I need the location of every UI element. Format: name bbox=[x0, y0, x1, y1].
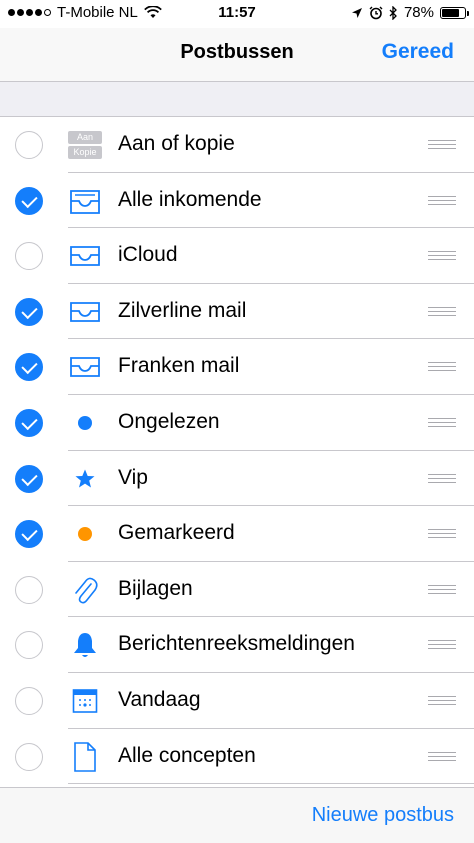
mailbox-label: Berichtenreeksmeldingen bbox=[118, 632, 355, 656]
mailbox-row[interactable]: Aan Kopie Aan of kopie bbox=[0, 117, 474, 173]
mailbox-row[interactable]: Berichtenreeksmeldingen bbox=[0, 617, 474, 673]
mailbox-label: Vip bbox=[118, 465, 148, 489]
checkmark-empty-icon[interactable] bbox=[15, 242, 43, 271]
aan-kopie-icon: Aan Kopie bbox=[68, 130, 102, 160]
mailbox-row[interactable]: Franken mail bbox=[0, 339, 474, 395]
battery-fill bbox=[442, 8, 460, 17]
reorder-handle-icon[interactable] bbox=[428, 751, 456, 762]
checkmark-empty-icon[interactable] bbox=[15, 686, 43, 715]
reorder-handle-icon[interactable] bbox=[428, 140, 456, 150]
unread-dot-icon bbox=[68, 408, 102, 438]
paperclip-icon bbox=[68, 575, 102, 605]
flag-dot-icon bbox=[68, 519, 102, 549]
status-right: 78% bbox=[351, 4, 469, 21]
mailbox-row[interactable]: Vandaag bbox=[0, 673, 474, 729]
bell-icon bbox=[68, 630, 102, 660]
status-bar: T-Mobile NL 11:57 78% bbox=[0, 0, 474, 28]
checkmark-empty-icon[interactable] bbox=[15, 631, 43, 660]
checkmark-selected-icon[interactable] bbox=[15, 353, 43, 382]
mailbox-label: Gemarkeerd bbox=[118, 521, 235, 545]
mailbox-label: Zilverline mail bbox=[118, 298, 247, 322]
done-button[interactable]: Gereed bbox=[382, 40, 454, 64]
inbox-icon bbox=[68, 241, 102, 271]
inbox-icon bbox=[68, 352, 102, 382]
mailbox-label: Vandaag bbox=[118, 687, 201, 711]
checkmark-selected-icon[interactable] bbox=[15, 408, 43, 437]
mailbox-row[interactable]: Bijlagen bbox=[0, 562, 474, 618]
calendar-icon bbox=[68, 686, 102, 716]
mailbox-row[interactable]: Ongelezen bbox=[0, 395, 474, 451]
reorder-handle-icon[interactable] bbox=[428, 584, 456, 595]
battery-percentage: 78% bbox=[403, 4, 434, 21]
reorder-handle-icon[interactable] bbox=[428, 529, 456, 539]
location-arrow-icon bbox=[351, 7, 362, 18]
checkmark-selected-icon[interactable] bbox=[15, 520, 43, 549]
mailbox-list: Aan Kopie Aan of kopie Alle inkomende iCloud… bbox=[0, 117, 474, 785]
checkmark-empty-icon[interactable] bbox=[15, 575, 43, 604]
checkmark-empty-icon[interactable] bbox=[15, 742, 43, 771]
mailbox-label: Ongelezen bbox=[118, 409, 220, 433]
mailbox-row[interactable]: Alle concepten bbox=[0, 729, 474, 785]
mailbox-label: Alle inkomende bbox=[118, 187, 262, 211]
document-icon bbox=[68, 741, 102, 772]
mailbox-label: Bijlagen bbox=[118, 576, 193, 600]
mailbox-label: Franken mail bbox=[118, 354, 240, 378]
mailbox-row[interactable]: Gemarkeerd bbox=[0, 506, 474, 562]
reorder-handle-icon[interactable] bbox=[428, 695, 456, 706]
battery-icon bbox=[440, 6, 469, 19]
mailbox-row[interactable]: Vip bbox=[0, 451, 474, 507]
reorder-handle-icon[interactable] bbox=[428, 195, 456, 206]
section-header-spacer bbox=[0, 82, 474, 117]
alarm-icon bbox=[369, 6, 383, 19]
star-icon bbox=[68, 464, 102, 494]
new-mailbox-button[interactable]: Nieuwe postbus bbox=[312, 804, 454, 827]
all-inbox-icon bbox=[68, 186, 102, 216]
reorder-handle-icon[interactable] bbox=[428, 251, 456, 261]
aan-kopie-icon-text: Aan bbox=[68, 131, 102, 144]
reorder-handle-icon[interactable] bbox=[428, 640, 456, 650]
checkmark-selected-icon[interactable] bbox=[15, 464, 43, 493]
mailbox-row[interactable]: iCloud bbox=[0, 228, 474, 284]
mailbox-row[interactable]: Alle inkomende bbox=[0, 173, 474, 229]
checkmark-selected-icon[interactable] bbox=[15, 186, 43, 215]
reorder-handle-icon[interactable] bbox=[428, 362, 456, 372]
mailbox-label: Alle concepten bbox=[118, 743, 256, 767]
row-separator bbox=[68, 783, 474, 785]
reorder-handle-icon[interactable] bbox=[428, 417, 456, 428]
mailbox-label: iCloud bbox=[118, 243, 178, 267]
mailbox-row[interactable]: Zilverline mail bbox=[0, 284, 474, 340]
navigation-bar: Postbussen Gereed bbox=[0, 28, 474, 82]
bottom-toolbar: Nieuwe postbus bbox=[0, 787, 474, 843]
checkmark-empty-icon[interactable] bbox=[15, 131, 43, 159]
inbox-icon bbox=[68, 297, 102, 327]
reorder-handle-icon[interactable] bbox=[428, 306, 456, 317]
checkmark-selected-icon[interactable] bbox=[15, 297, 43, 326]
bluetooth-icon bbox=[389, 5, 397, 20]
reorder-handle-icon[interactable] bbox=[428, 473, 456, 484]
mailbox-label: Aan of kopie bbox=[118, 132, 235, 155]
aan-kopie-icon-text: Kopie bbox=[68, 146, 102, 159]
